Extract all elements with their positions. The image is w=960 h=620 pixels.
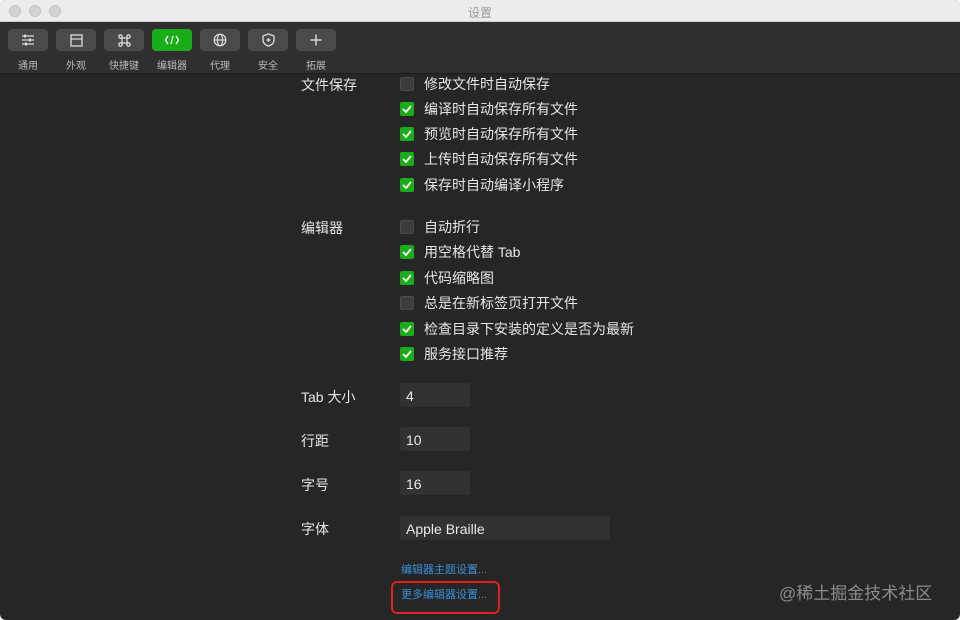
option-label: 修改文件时自动保存 xyxy=(424,76,550,92)
font-size-value: 16 xyxy=(406,476,422,492)
option-label: 代码缩略图 xyxy=(424,270,494,286)
font-family-value: Apple Braille xyxy=(406,521,485,537)
line-height-input[interactable]: 10 xyxy=(400,427,470,451)
option-label: 检查目录下安装的定义是否为最新 xyxy=(424,321,634,337)
tab-shortcuts[interactable]: 快捷键 xyxy=(101,29,147,72)
tab-size-input[interactable]: 4 xyxy=(400,383,470,407)
window-title: 设置 xyxy=(467,6,492,20)
option-label: 用空格代替 Tab xyxy=(424,244,521,260)
file-save-section-label: 文件保存 xyxy=(301,77,357,93)
checkmark-icon[interactable] xyxy=(400,127,414,141)
shield-icon xyxy=(248,29,288,51)
option-label: 预览时自动保存所有文件 xyxy=(424,126,578,142)
option-save-on-upload[interactable]: 上传时自动保存所有文件 xyxy=(400,150,578,168)
font-family-input[interactable]: Apple Braille xyxy=(400,516,610,540)
checkmark-icon[interactable] xyxy=(400,178,414,192)
option-code-minimap[interactable]: 代码缩略图 xyxy=(400,269,494,287)
globe-icon xyxy=(200,29,240,51)
line-height-label: 行距 xyxy=(301,433,329,449)
layout-icon xyxy=(56,29,96,51)
option-api-suggestions[interactable]: 服务接口推荐 xyxy=(400,345,508,363)
checkbox[interactable] xyxy=(400,296,414,310)
title-bar: 设置 xyxy=(0,0,960,22)
plus-icon xyxy=(296,29,336,51)
tab-extensions[interactable]: 拓展 xyxy=(293,29,339,72)
editor-theme-settings-link[interactable]: 编辑器主题设置... xyxy=(401,561,487,577)
line-height-value: 10 xyxy=(406,432,422,448)
option-save-on-compile[interactable]: 编译时自动保存所有文件 xyxy=(400,100,578,118)
option-label: 编译时自动保存所有文件 xyxy=(424,101,578,117)
tab-proxy[interactable]: 代理 xyxy=(197,29,243,72)
tab-extensions-label: 拓展 xyxy=(306,61,326,72)
option-spaces-for-tab[interactable]: 用空格代替 Tab xyxy=(400,243,520,261)
option-label: 服务接口推荐 xyxy=(424,346,508,362)
option-label: 上传时自动保存所有文件 xyxy=(424,151,578,167)
option-label: 自动折行 xyxy=(424,219,480,235)
tab-size-label: Tab 大小 xyxy=(301,389,356,405)
option-compile-on-save[interactable]: 保存时自动编译小程序 xyxy=(400,176,564,194)
highlight-box xyxy=(391,581,500,614)
option-auto-save-on-modify[interactable]: 修改文件时自动保存 xyxy=(400,75,550,93)
checkbox[interactable] xyxy=(400,77,414,91)
checkmark-icon[interactable] xyxy=(400,271,414,285)
settings-window: 设置 通用 外观 快捷键 编辑器 代理 安全 拓展 文件保存 修改文件时自动保存… xyxy=(0,0,960,620)
tab-size-value: 4 xyxy=(406,388,414,404)
option-save-on-preview[interactable]: 预览时自动保存所有文件 xyxy=(400,125,578,143)
sliders-icon xyxy=(8,29,48,51)
checkmark-icon[interactable] xyxy=(400,322,414,336)
option-open-in-new-tab[interactable]: 总是在新标签页打开文件 xyxy=(400,294,578,312)
option-label: 总是在新标签页打开文件 xyxy=(424,295,578,311)
settings-content: 文件保存 修改文件时自动保存 编译时自动保存所有文件 预览时自动保存所有文件 上… xyxy=(0,75,960,620)
tab-security[interactable]: 安全 xyxy=(245,29,291,72)
tab-appearance[interactable]: 外观 xyxy=(53,29,99,72)
checkmark-icon[interactable] xyxy=(400,102,414,116)
checkbox[interactable] xyxy=(400,220,414,234)
font-size-input[interactable]: 16 xyxy=(400,471,470,495)
font-family-label: 字体 xyxy=(301,521,329,537)
settings-toolbar: 通用 外观 快捷键 编辑器 代理 安全 拓展 xyxy=(0,22,960,74)
watermark: @稀土掘金技术社区 xyxy=(779,584,933,603)
command-key-icon xyxy=(104,29,144,51)
font-size-label: 字号 xyxy=(301,477,329,493)
tab-editor[interactable]: 编辑器 xyxy=(149,29,195,72)
checkmark-icon[interactable] xyxy=(400,245,414,259)
code-icon xyxy=(152,29,192,51)
checkmark-icon[interactable] xyxy=(400,347,414,361)
option-word-wrap[interactable]: 自动折行 xyxy=(400,218,480,236)
option-check-typings[interactable]: 检查目录下安装的定义是否为最新 xyxy=(400,320,634,338)
option-label: 保存时自动编译小程序 xyxy=(424,177,564,193)
editor-section-label: 编辑器 xyxy=(301,220,343,236)
tab-general[interactable]: 通用 xyxy=(5,29,51,72)
checkmark-icon[interactable] xyxy=(400,152,414,166)
